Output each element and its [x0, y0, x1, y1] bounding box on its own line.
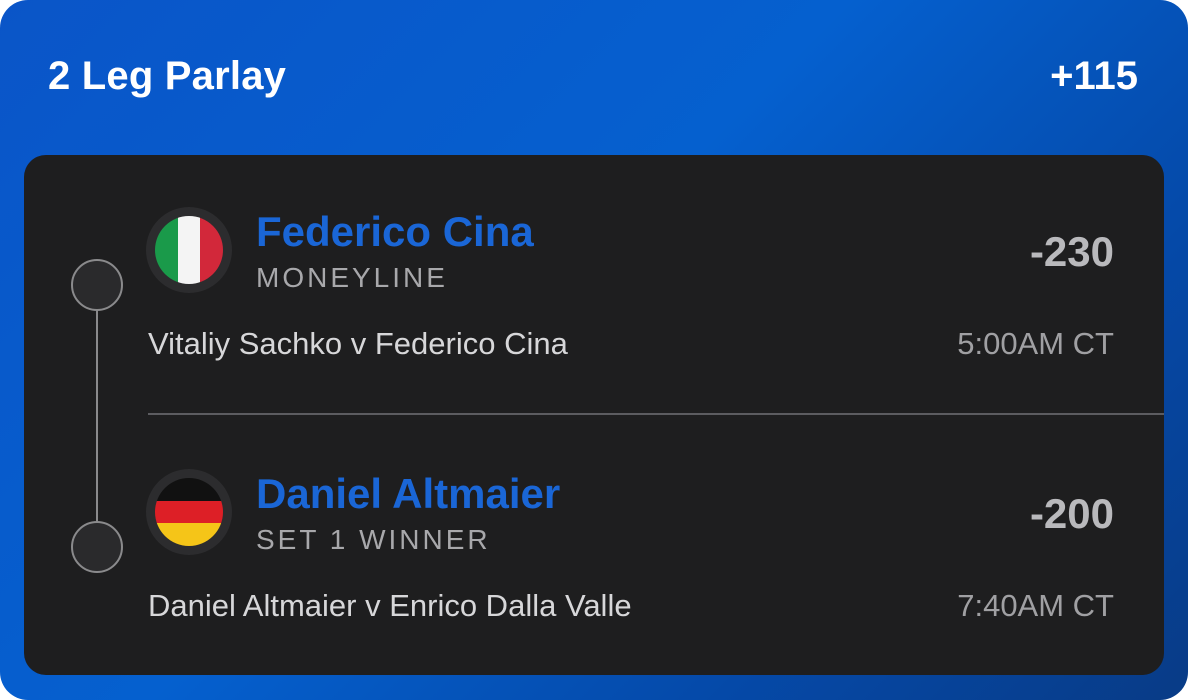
market-type: SET 1 WINNER — [256, 524, 491, 555]
leg-1-timeline-dot — [71, 259, 123, 311]
germany-flag-icon — [155, 478, 223, 546]
leg-divider — [148, 413, 1164, 415]
start-time: 5:00AM CT — [957, 326, 1114, 361]
player-flag-badge — [146, 469, 232, 555]
leg-odds: -230 — [1029, 228, 1114, 275]
player-name: Federico Cina — [256, 208, 534, 255]
leg-odds: -200 — [1029, 490, 1114, 537]
legs-panel: Federico Cina MONEYLINE -230 Vitaliy Sac… — [24, 155, 1164, 675]
leg-2-timeline-dot — [71, 521, 123, 573]
italy-flag-icon — [155, 216, 223, 284]
player-flag-badge — [146, 207, 232, 293]
parlay-title: 2 Leg Parlay — [48, 54, 287, 98]
parlay-odds: +115 — [1050, 54, 1138, 98]
matchup: Vitaliy Sachko v Federico Cina — [148, 326, 568, 361]
parlay-card[interactable]: 2 Leg Parlay +115 Federico Cina MONEYLIN… — [0, 0, 1188, 700]
matchup: Daniel Altmaier v Enrico Dalla Valle — [148, 588, 632, 623]
timeline-connector — [96, 285, 98, 547]
player-name: Daniel Altmaier — [256, 470, 561, 517]
market-type: MONEYLINE — [256, 262, 448, 293]
start-time: 7:40AM CT — [957, 588, 1114, 623]
